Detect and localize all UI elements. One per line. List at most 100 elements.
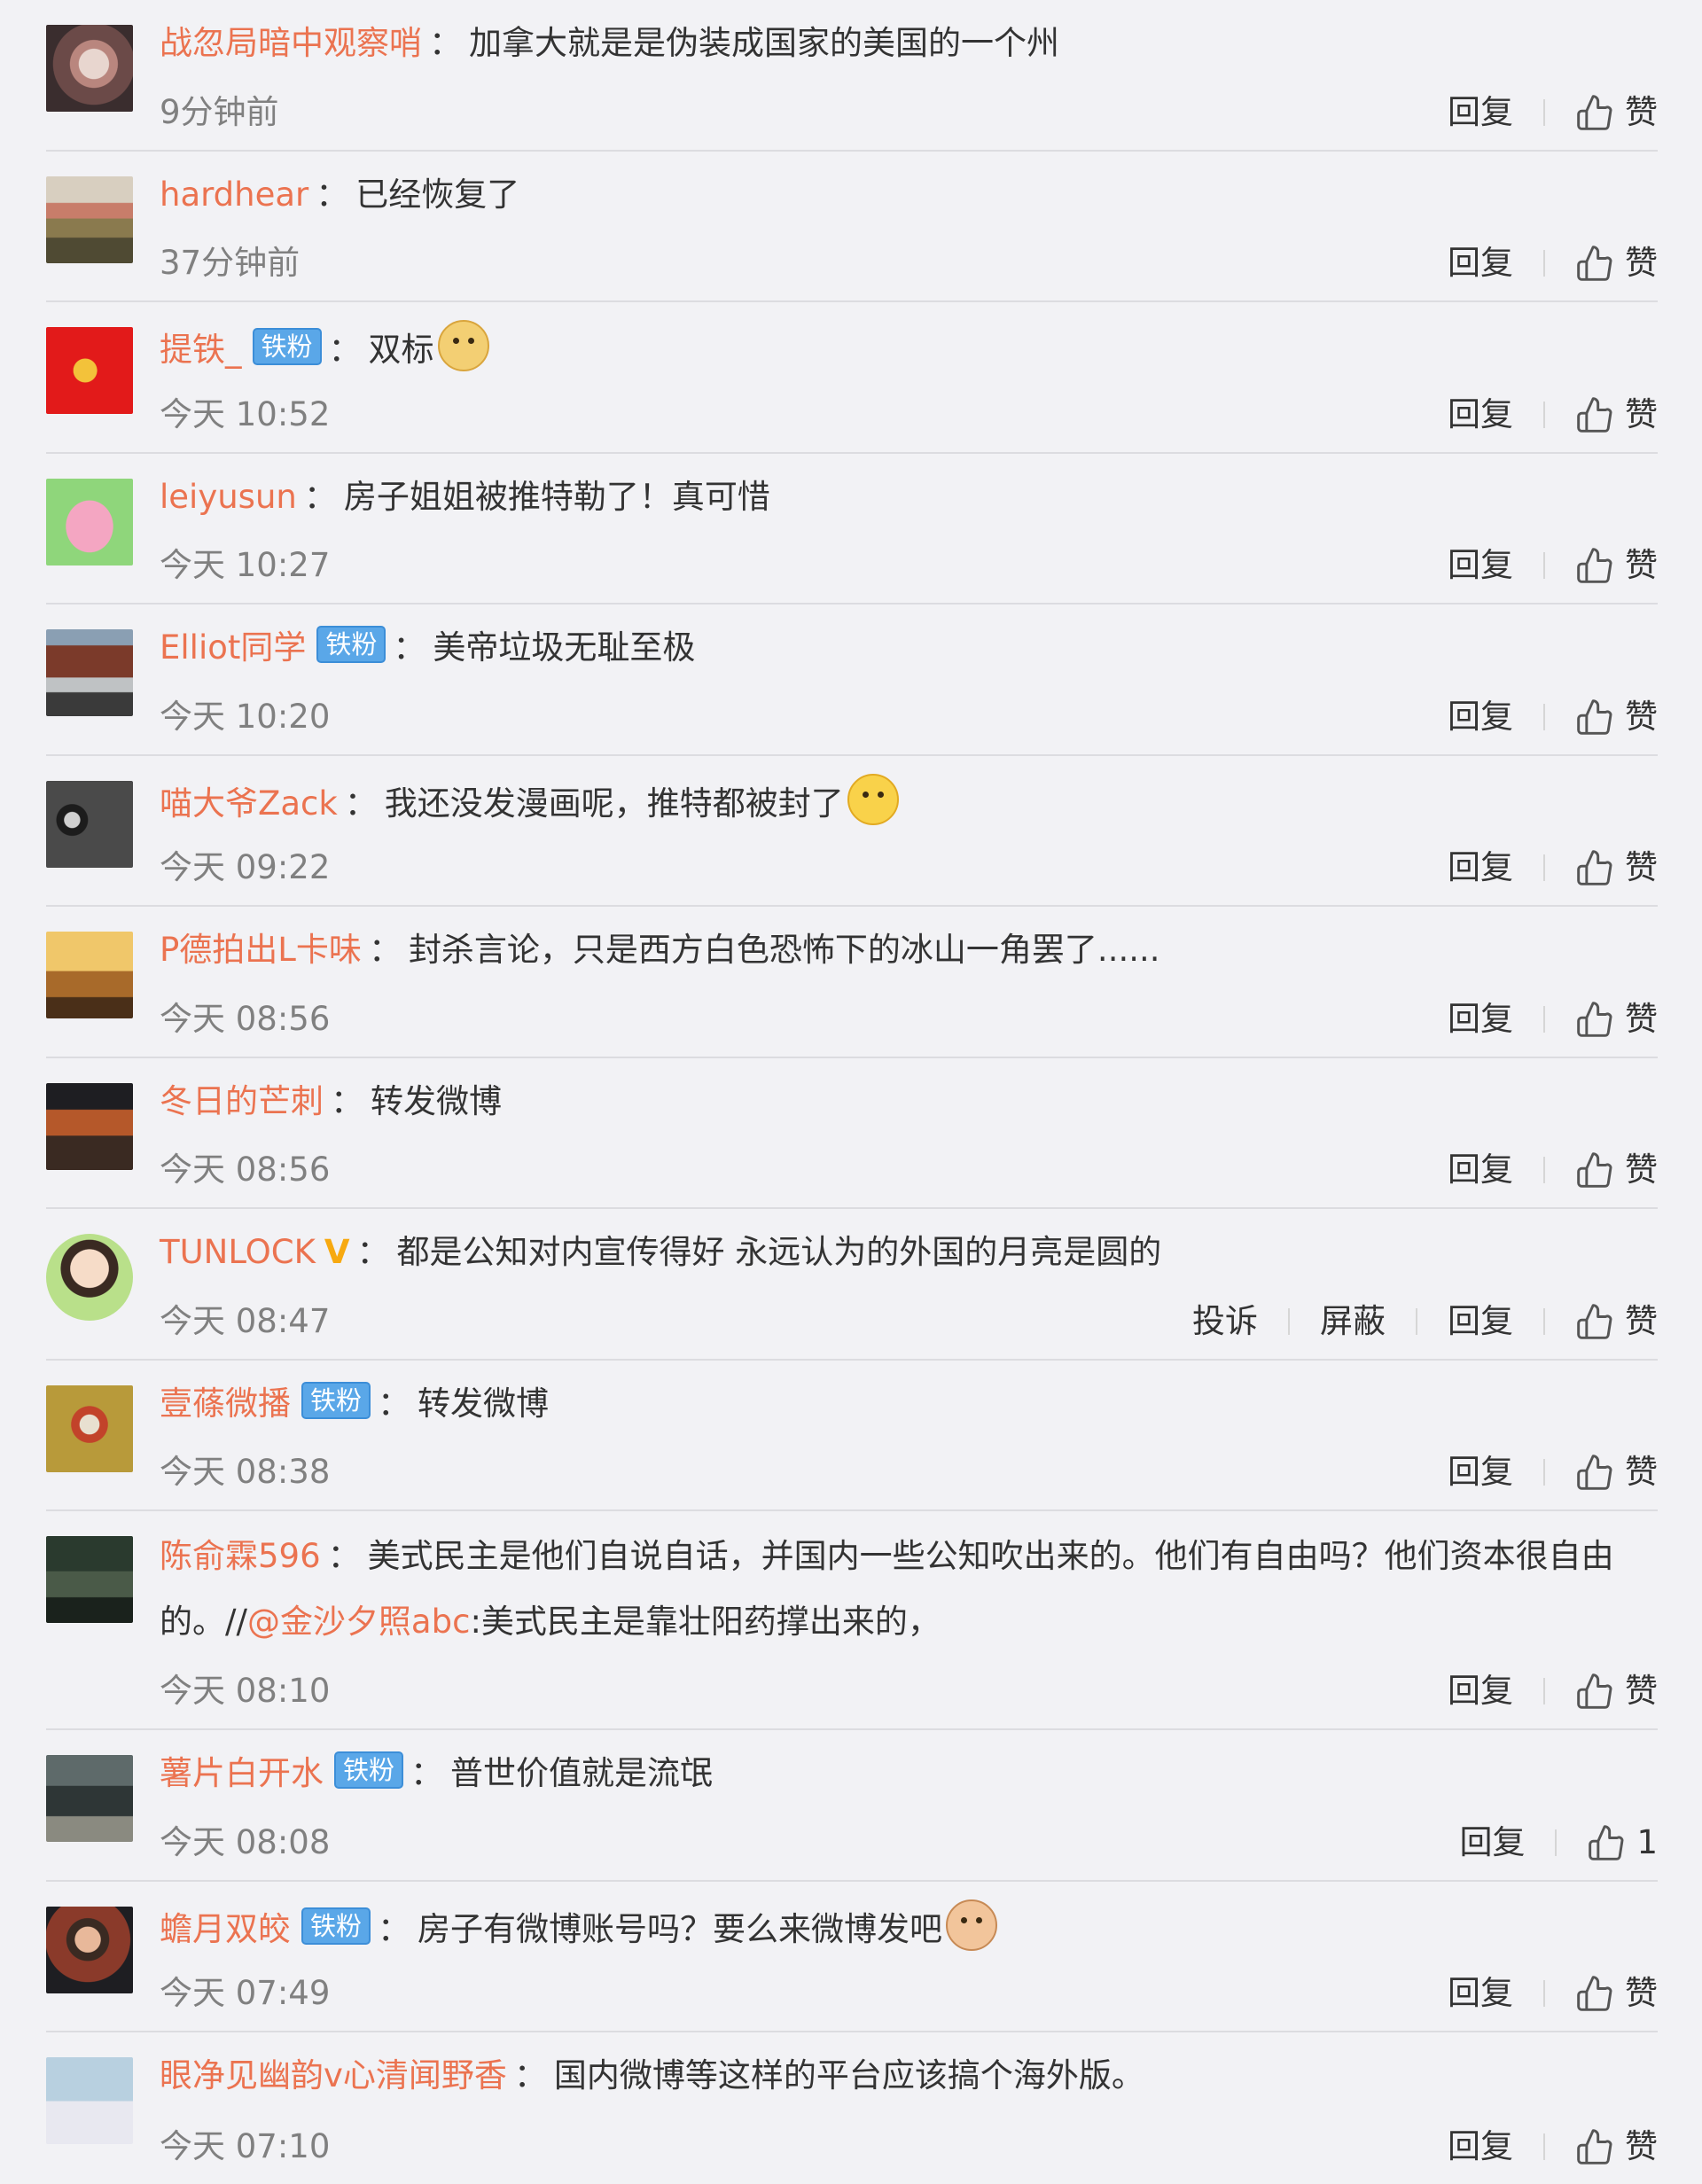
- like-button[interactable]: 赞: [1625, 1299, 1658, 1345]
- like-button[interactable]: 赞: [1625, 694, 1658, 740]
- comment-item: 战忽局暗中观察哨：加拿大就是是伪装成国家的美国的一个州 9分钟前 回复 赞: [46, 0, 1658, 152]
- thumbs-up-icon[interactable]: [1575, 1672, 1614, 1711]
- fan-badge[interactable]: 铁粉: [316, 626, 386, 663]
- avatar[interactable]: [46, 1082, 133, 1170]
- username[interactable]: hardhear: [160, 176, 308, 214]
- like-button[interactable]: 赞: [1625, 1147, 1658, 1193]
- avatar[interactable]: [46, 629, 133, 716]
- comment-content: 冬日的芒刺：转发微博: [160, 1076, 1658, 1127]
- timestamp: 9分钟前: [160, 92, 279, 131]
- comment-item: 眼净见幽韵v心清闻野香：国内微博等这样的平台应该搞个海外版。 今天 07:10 …: [46, 2032, 1658, 2184]
- divider: [1543, 552, 1545, 579]
- like-button[interactable]: 赞: [1625, 1668, 1658, 1714]
- avatar[interactable]: [46, 478, 133, 566]
- reply-button[interactable]: 回复: [1448, 392, 1513, 438]
- avatar[interactable]: [46, 1234, 133, 1321]
- fan-badge[interactable]: 铁粉: [252, 328, 322, 365]
- mention-link[interactable]: @金沙夕照abc: [247, 1603, 471, 1641]
- comment-item: leiyusun：房子姐姐被推特勒了！真可惜 今天 10:27 回复 赞: [46, 454, 1658, 604]
- comment-item: 喵大爷Zack：我还没发漫画呢，推特都被封了 今天 09:22 回复 赞: [46, 756, 1658, 907]
- avatar[interactable]: [46, 2057, 133, 2144]
- thumbs-up-icon[interactable]: [1575, 1000, 1614, 1039]
- thumbs-up-icon[interactable]: [1575, 1974, 1614, 2013]
- like-button[interactable]: 赞: [1625, 392, 1658, 438]
- like-button[interactable]: 赞: [1625, 996, 1658, 1042]
- comment-text: 房子姐姐被推特勒了！真可惜: [343, 477, 770, 516]
- reply-button[interactable]: 回复: [1448, 1668, 1513, 1714]
- reply-button[interactable]: 回复: [1448, 240, 1513, 286]
- timestamp: 今天 10:27: [160, 546, 331, 584]
- timestamp: 今天 10:52: [160, 394, 331, 433]
- comment-text: 普世价值就是流氓: [450, 1754, 714, 1792]
- fan-badge[interactable]: 铁粉: [301, 1381, 371, 1419]
- username[interactable]: 蟾月双皎: [160, 1910, 291, 1948]
- comment-text: 美帝垃圾无耻至极: [433, 628, 696, 667]
- comment-text: 已经恢复了: [355, 175, 520, 214]
- reply-button[interactable]: 回复: [1448, 996, 1513, 1042]
- block-button[interactable]: 屏蔽: [1320, 1299, 1386, 1345]
- reply-button[interactable]: 回复: [1448, 90, 1513, 136]
- thumbs-up-icon[interactable]: [1575, 848, 1614, 887]
- thumbs-up-icon[interactable]: [1587, 1823, 1626, 1862]
- comment-content: 提铁_ 铁粉：双标: [160, 320, 1658, 376]
- like-button[interactable]: 赞: [1625, 90, 1658, 136]
- username[interactable]: 提铁_: [160, 331, 242, 369]
- username[interactable]: 喵大爷Zack: [160, 784, 338, 823]
- reply-button[interactable]: 回复: [1448, 542, 1513, 589]
- avatar[interactable]: [46, 327, 133, 414]
- thumbs-up-icon[interactable]: [1575, 93, 1614, 132]
- like-button[interactable]: 赞: [1625, 542, 1658, 589]
- username[interactable]: 陈俞霖596: [160, 1537, 321, 1575]
- comment-actions: 回复 1: [1459, 1820, 1658, 1866]
- thumbs-up-icon[interactable]: [1575, 244, 1614, 283]
- thumbs-up-icon[interactable]: [1575, 395, 1614, 434]
- reply-button[interactable]: 回复: [1459, 1820, 1525, 1866]
- comment-list: 战忽局暗中观察哨：加拿大就是是伪装成国家的美国的一个州 9分钟前 回复 赞 ha…: [46, 0, 1658, 2184]
- reply-button[interactable]: 回复: [1448, 1449, 1513, 1495]
- username[interactable]: P德拍出L卡味: [160, 931, 362, 969]
- comment-content: Elliot同学 铁粉：美帝垃圾无耻至极: [160, 622, 1658, 674]
- comment-actions: 回复 赞: [1448, 240, 1658, 286]
- thumbs-up-icon[interactable]: [1575, 546, 1614, 585]
- username[interactable]: 壹蓧微播: [160, 1384, 291, 1423]
- username[interactable]: 战忽局暗中观察哨: [160, 24, 422, 62]
- avatar[interactable]: [46, 25, 133, 112]
- timestamp: 今天 08:10: [160, 1672, 331, 1710]
- like-count[interactable]: 1: [1636, 1820, 1658, 1866]
- like-button[interactable]: 赞: [1625, 1449, 1658, 1495]
- thumbs-up-icon[interactable]: [1575, 1453, 1614, 1492]
- avatar[interactable]: [46, 176, 133, 263]
- thumbs-up-icon[interactable]: [1575, 1302, 1614, 1341]
- fan-badge[interactable]: 铁粉: [334, 1751, 404, 1789]
- username[interactable]: 冬日的芒刺: [160, 1082, 324, 1120]
- username[interactable]: 眼净见幽韵v心清闻野香: [160, 2056, 507, 2094]
- comment-text: 封杀言论，只是西方白色恐怖下的冰山一角罢了......: [408, 931, 1160, 969]
- comment-text: 转发微博: [371, 1081, 502, 1120]
- like-button[interactable]: 赞: [1625, 845, 1658, 891]
- timestamp: 今天 08:56: [160, 999, 331, 1038]
- avatar[interactable]: [46, 1906, 133, 1993]
- username[interactable]: 薯片白开水: [160, 1754, 324, 1792]
- reply-button[interactable]: 回复: [1448, 1970, 1513, 2016]
- avatar[interactable]: [46, 1384, 133, 1472]
- avatar[interactable]: [46, 1755, 133, 1842]
- reply-button[interactable]: 回复: [1448, 845, 1513, 891]
- comment-content: 陈俞霖596：美式民主是他们自说自话，并国内一些公知吹出来的。他们有自由吗？他们…: [160, 1524, 1658, 1655]
- reply-button[interactable]: 回复: [1448, 1299, 1513, 1345]
- fan-badge[interactable]: 铁粉: [301, 1907, 371, 1945]
- like-button[interactable]: 赞: [1625, 1970, 1658, 2016]
- like-button[interactable]: 赞: [1625, 240, 1658, 286]
- avatar[interactable]: [46, 780, 133, 868]
- username[interactable]: leiyusun: [160, 478, 297, 516]
- reply-button[interactable]: 回复: [1448, 694, 1513, 740]
- username[interactable]: TUNLOCK: [160, 1233, 316, 1271]
- comment-item: P德拍出L卡味：封杀言论，只是西方白色恐怖下的冰山一角罢了...... 今天 0…: [46, 907, 1658, 1058]
- reply-button[interactable]: 回复: [1448, 1147, 1513, 1193]
- report-button[interactable]: 投诉: [1192, 1299, 1258, 1345]
- avatar[interactable]: [46, 1536, 133, 1623]
- thumbs-up-icon[interactable]: [1575, 1150, 1614, 1190]
- avatar[interactable]: [46, 932, 133, 1018]
- username[interactable]: Elliot同学: [160, 628, 306, 667]
- thumbs-up-icon[interactable]: [1575, 698, 1614, 737]
- comment-content: 战忽局暗中观察哨：加拿大就是是伪装成国家的美国的一个州: [160, 18, 1658, 69]
